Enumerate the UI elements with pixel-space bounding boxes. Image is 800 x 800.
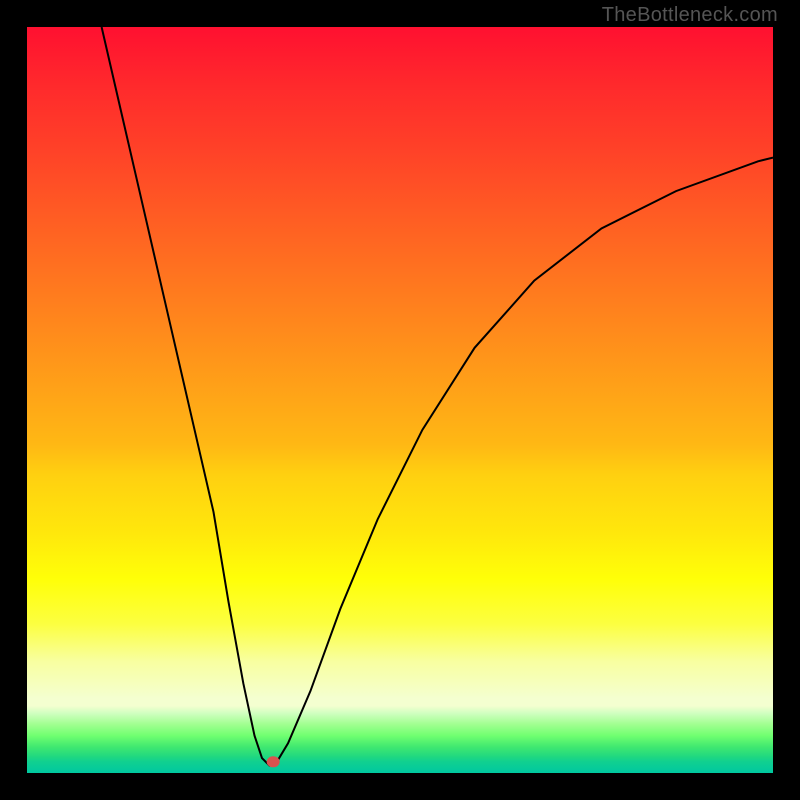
bottleneck-curve bbox=[102, 27, 773, 766]
watermark-text: TheBottleneck.com bbox=[602, 4, 778, 27]
optimal-point-marker bbox=[267, 756, 280, 767]
curve-svg bbox=[27, 27, 773, 773]
plot-area bbox=[27, 27, 773, 773]
chart-frame: TheBottleneck.com bbox=[0, 0, 800, 800]
